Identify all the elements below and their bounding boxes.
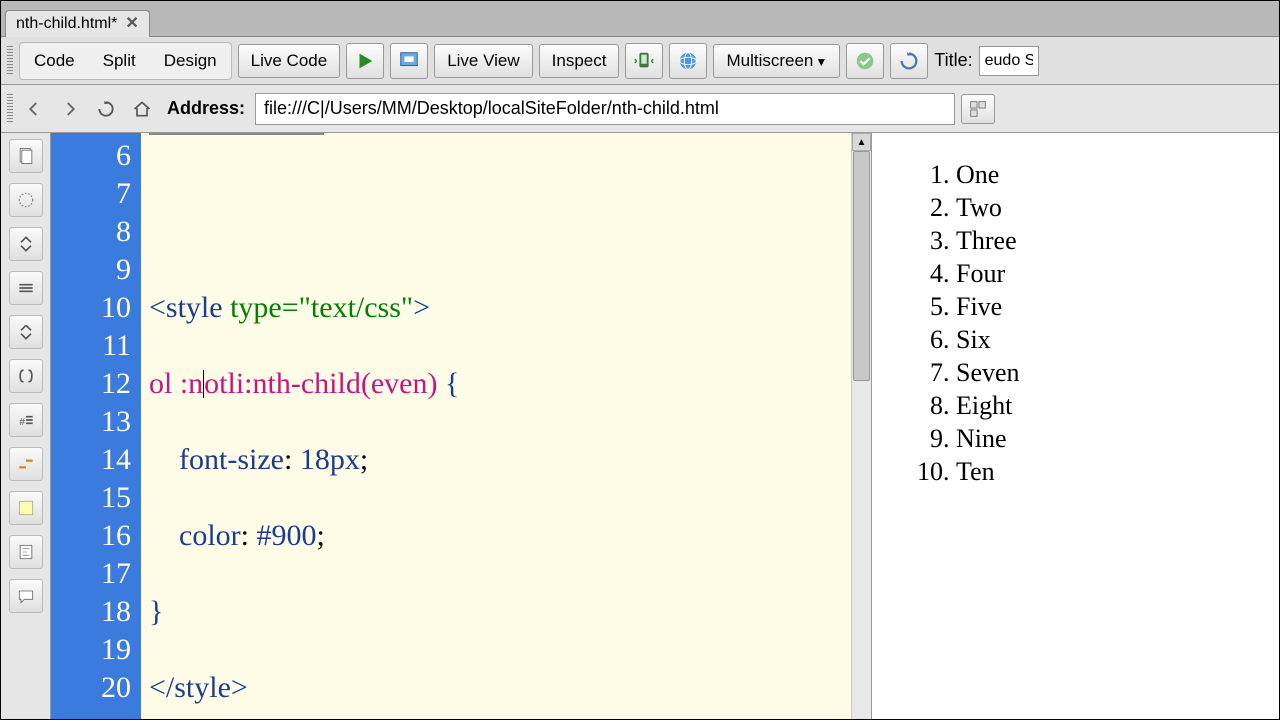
related-files-icon[interactable] bbox=[961, 94, 995, 124]
comment-icon[interactable] bbox=[9, 579, 43, 613]
collapsed-region-marker bbox=[149, 133, 324, 135]
line-number-gutter: 678 91011 121314 151617 181920 bbox=[51, 133, 141, 719]
live-view-button[interactable]: Live View bbox=[434, 44, 532, 78]
select-parent-icon[interactable] bbox=[9, 315, 43, 349]
list-item: Eight bbox=[956, 391, 1269, 421]
text-caret bbox=[203, 370, 204, 398]
preview-list: One Two Three Four Five Six Seven Eight … bbox=[912, 160, 1269, 487]
document-tab-strip: nth-child.html* ✕ bbox=[1, 1, 1279, 37]
live-code-button[interactable]: Live Code bbox=[238, 44, 341, 78]
main-toolbar: Code Split Design Live Code Live View In… bbox=[1, 37, 1279, 85]
inspect-tool-icon[interactable] bbox=[390, 43, 428, 79]
refresh-icon[interactable] bbox=[890, 43, 928, 79]
multiscreen-button[interactable]: Multiscreen▼ bbox=[713, 44, 840, 78]
format-source-icon[interactable] bbox=[9, 535, 43, 569]
list-item: Six bbox=[956, 325, 1269, 355]
list-item: Nine bbox=[956, 424, 1269, 454]
document-tab-title: nth-child.html* bbox=[16, 15, 117, 33]
address-bar: Address: bbox=[1, 85, 1279, 133]
balance-braces-icon[interactable] bbox=[9, 359, 43, 393]
list-item: Seven bbox=[956, 358, 1269, 388]
code-view-button[interactable]: Code bbox=[21, 44, 88, 78]
toolbar-grip[interactable] bbox=[7, 46, 13, 76]
show-hints-icon[interactable] bbox=[9, 183, 43, 217]
list-item: Ten bbox=[956, 457, 1269, 487]
list-item: Two bbox=[956, 193, 1269, 223]
play-icon[interactable] bbox=[346, 43, 384, 79]
svg-text:#: # bbox=[19, 417, 25, 428]
document-tab[interactable]: nth-child.html* ✕ bbox=[5, 10, 150, 37]
home-icon[interactable] bbox=[127, 94, 157, 124]
globe-icon[interactable] bbox=[669, 43, 707, 79]
vertical-scrollbar[interactable]: ▲ bbox=[851, 133, 871, 719]
back-icon[interactable] bbox=[19, 94, 49, 124]
collapse-icon[interactable] bbox=[9, 227, 43, 261]
chevron-down-icon: ▼ bbox=[815, 55, 827, 69]
expand-all-icon[interactable] bbox=[9, 271, 43, 305]
live-preview: One Two Three Four Five Six Seven Eight … bbox=[871, 133, 1279, 719]
address-label: Address: bbox=[167, 98, 245, 119]
inspect-button[interactable]: Inspect bbox=[539, 44, 620, 78]
list-item: Three bbox=[956, 226, 1269, 256]
split-view-button[interactable]: Split bbox=[90, 44, 149, 78]
reload-icon[interactable] bbox=[91, 94, 121, 124]
forward-icon[interactable] bbox=[55, 94, 85, 124]
list-item: One bbox=[956, 160, 1269, 190]
close-icon[interactable]: ✕ bbox=[125, 16, 138, 32]
list-item: Four bbox=[956, 259, 1269, 289]
list-item: Five bbox=[956, 292, 1269, 322]
highlight-invalid-icon[interactable] bbox=[9, 447, 43, 481]
syntax-coloring-icon[interactable] bbox=[9, 491, 43, 525]
line-numbers-icon[interactable]: # bbox=[9, 403, 43, 437]
address-input[interactable] bbox=[255, 93, 955, 125]
scroll-thumb[interactable] bbox=[853, 151, 870, 381]
open-documents-icon[interactable] bbox=[9, 139, 43, 173]
view-mode-group: Code Split Design bbox=[19, 42, 232, 80]
code-tool-strip: # bbox=[1, 133, 51, 719]
code-text[interactable]: <style type="text/css"> ol :notli:nth-ch… bbox=[141, 133, 851, 719]
title-input[interactable] bbox=[979, 46, 1039, 76]
main-split: # 678 91011 121314 151617 181920 <style … bbox=[1, 133, 1279, 719]
check-browser-icon[interactable] bbox=[846, 43, 884, 79]
scroll-up-icon[interactable]: ▲ bbox=[852, 133, 871, 151]
toolbar-grip[interactable] bbox=[7, 94, 13, 124]
code-editor[interactable]: 678 91011 121314 151617 181920 <style ty… bbox=[51, 133, 871, 719]
mobile-preview-icon[interactable] bbox=[625, 43, 663, 79]
title-label: Title: bbox=[934, 50, 972, 71]
design-view-button[interactable]: Design bbox=[151, 44, 230, 78]
